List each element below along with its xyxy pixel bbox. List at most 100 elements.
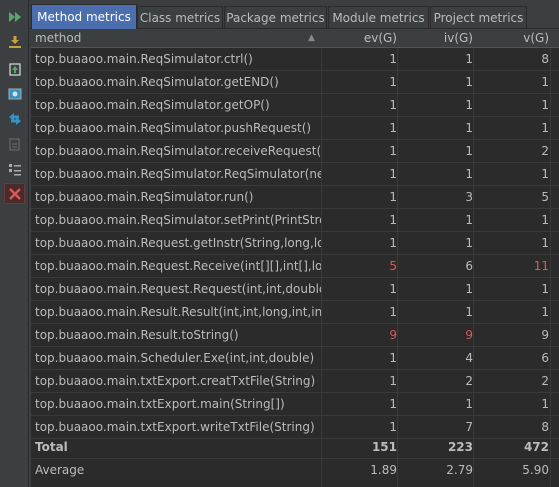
v-value: 1 [541, 121, 549, 135]
open-file-icon[interactable] [4, 58, 25, 79]
table-row[interactable]: top.buaaoo.main.Result.toString() 9 9 9 [31, 324, 559, 347]
method-name: top.buaaoo.main.txtExport.writeTxtFile(S… [35, 420, 315, 434]
ev-value: 1 [389, 167, 397, 181]
v-value: 1 [541, 397, 549, 411]
tab-package-metrics[interactable]: Package metrics [224, 6, 327, 28]
method-name: top.buaaoo.main.Request.getInstr(String,… [35, 236, 321, 250]
column-header-v[interactable]: v(G) [474, 29, 549, 47]
ev-value: 1 [389, 397, 397, 411]
v-value: 2 [541, 144, 549, 158]
method-name: top.buaaoo.main.Request.Receive(int[][],… [35, 259, 321, 273]
v-value: 5 [541, 190, 549, 204]
v-value: 1 [541, 282, 549, 296]
iv-value: 2 [465, 374, 473, 388]
ev-value: 5 [389, 259, 397, 273]
ev-value: 9 [389, 328, 397, 342]
table-header: method ▲ ev(G) iv(G) v(G) [31, 29, 559, 48]
table-row[interactable]: top.buaaoo.main.ReqSimulator.getEND() 1 1 1 [31, 71, 559, 94]
tab-module-metrics[interactable]: Module metrics [328, 6, 429, 28]
iv-value: 1 [465, 52, 473, 66]
v-value: 6 [541, 351, 549, 365]
v-value: 1 [541, 167, 549, 181]
table-row[interactable]: top.buaaoo.main.ReqSimulator.receiveRequ… [31, 140, 559, 163]
table-row[interactable]: top.buaaoo.main.ReqSimulator.pushRequest… [31, 117, 559, 140]
table-row[interactable]: top.buaaoo.main.Request.Request(int,int,… [31, 278, 559, 301]
iv-value: 1 [465, 282, 473, 296]
iv-value: 3 [465, 190, 473, 204]
iv-value: 1 [465, 75, 473, 89]
diff-icon[interactable] [4, 108, 25, 129]
export-icon[interactable] [4, 31, 25, 52]
table-row[interactable]: top.buaaoo.main.ReqSimulator.run() 1 3 5 [31, 186, 559, 209]
table-row[interactable]: top.buaaoo.main.ReqSimulator.setPrint(Pr… [31, 209, 559, 232]
method-name: top.buaaoo.main.txtExport.main(String[]) [35, 397, 285, 411]
table-row[interactable]: top.buaaoo.main.Request.Receive(int[][],… [31, 255, 559, 278]
iv-value: 6 [465, 259, 473, 273]
ev-value: 1 [389, 144, 397, 158]
iv-value: 1 [465, 236, 473, 250]
ev-value: 1 [389, 75, 397, 89]
table-row[interactable]: top.buaaoo.main.txtExport.main(String[])… [31, 393, 559, 416]
ev-value: 1 [389, 190, 397, 204]
iv-value: 7 [465, 420, 473, 434]
sort-ascending-icon[interactable]: ▲ [308, 29, 315, 47]
average-v: 5.90 [522, 463, 549, 477]
average-ev: 1.89 [370, 463, 397, 477]
v-value: 11 [533, 259, 549, 273]
ev-value: 1 [389, 282, 397, 296]
method-name: top.buaaoo.main.ReqSimulator.getOP() [35, 98, 270, 112]
v-value: 1 [541, 305, 549, 319]
method-name: top.buaaoo.main.ReqSimulator.getEND() [35, 75, 279, 89]
method-name: top.buaaoo.main.ReqSimulator.receiveRequ… [35, 144, 321, 158]
column-header-ev[interactable]: ev(G) [322, 29, 397, 47]
column-header-method[interactable]: method [35, 29, 81, 47]
close-icon[interactable] [4, 183, 25, 204]
table-row[interactable]: top.buaaoo.main.Scheduler.Exe(int,int,do… [31, 347, 559, 370]
table-row[interactable]: top.buaaoo.main.ReqSimulator.getOP() 1 1 1 [31, 94, 559, 117]
tab-method-metrics[interactable]: Method metrics [31, 4, 137, 29]
average-row: Average 1.89 2.79 5.90 [31, 459, 559, 482]
ev-value: 1 [389, 121, 397, 135]
method-name: top.buaaoo.main.ReqSimulator.ReqSimulato… [35, 167, 321, 181]
table-row[interactable]: top.buaaoo.main.txtExport.creatTxtFile(S… [31, 370, 559, 393]
ev-value: 1 [389, 52, 397, 66]
metrics-table: method ▲ ev(G) iv(G) v(G) top.buaaoo.mai… [31, 29, 559, 487]
average-iv: 2.79 [446, 463, 473, 477]
iv-value: 1 [465, 167, 473, 181]
column-header-iv[interactable]: iv(G) [398, 29, 473, 47]
run-icon[interactable] [4, 6, 25, 27]
ev-value: 1 [389, 351, 397, 365]
layout-icon[interactable] [4, 158, 25, 179]
total-v: 472 [523, 440, 549, 454]
iv-value: 1 [465, 121, 473, 135]
total-row: Total 151 223 472 [31, 436, 559, 459]
table-row[interactable]: top.buaaoo.main.Result.Result(int,int,lo… [31, 301, 559, 324]
iv-value: 1 [465, 144, 473, 158]
tab-class-metrics[interactable]: Class metrics [137, 6, 223, 28]
v-value: 2 [541, 374, 549, 388]
table-row[interactable]: top.buaaoo.main.Request.getInstr(String,… [31, 232, 559, 255]
method-name: top.buaaoo.main.Result.Result(int,int,lo… [35, 305, 321, 319]
ev-value: 1 [389, 98, 397, 112]
settings-icon[interactable] [4, 133, 25, 154]
v-value: 1 [541, 98, 549, 112]
method-name: top.buaaoo.main.Request.Request(int,int,… [35, 282, 321, 296]
ev-value: 1 [389, 374, 397, 388]
method-name: top.buaaoo.main.ReqSimulator.run() [35, 190, 254, 204]
table-row[interactable]: top.buaaoo.main.ReqSimulator.ctrl() 1 1 8 [31, 48, 559, 71]
ev-value: 1 [389, 236, 397, 250]
iv-value: 9 [465, 328, 473, 342]
iv-value: 1 [465, 213, 473, 227]
tab-project-metrics[interactable]: Project metrics [430, 6, 527, 28]
v-value: 1 [541, 75, 549, 89]
table-row[interactable]: top.buaaoo.main.ReqSimulator.ReqSimulato… [31, 163, 559, 186]
iv-value: 1 [465, 397, 473, 411]
method-name: top.buaaoo.main.txtExport.creatTxtFile(S… [35, 374, 316, 388]
average-label: Average [35, 463, 85, 477]
method-name: top.buaaoo.main.Scheduler.Exe(int,int,do… [35, 351, 315, 365]
snapshot-icon[interactable] [4, 83, 25, 104]
method-name: top.buaaoo.main.Result.toString() [35, 328, 239, 342]
v-value: 9 [541, 328, 549, 342]
method-name: top.buaaoo.main.ReqSimulator.ctrl() [35, 52, 253, 66]
ev-value: 1 [389, 420, 397, 434]
